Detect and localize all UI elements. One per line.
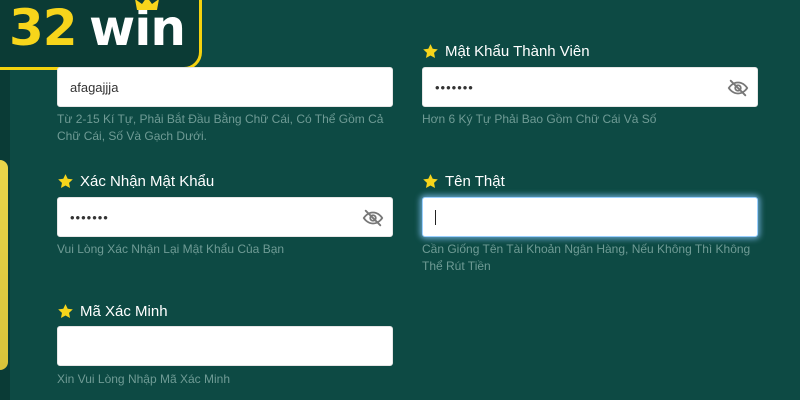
confirm-password-label-text: Xác Nhận Mật Khẩu [80, 172, 215, 190]
password-label: Mật Khẩu Thành Viên [422, 41, 590, 61]
confirm-password-hint: Vui Lòng Xác Nhận Lại Mật Khẩu Của Bạn [57, 242, 285, 256]
star-icon [58, 173, 73, 188]
password-input[interactable]: ••••••• [422, 67, 758, 107]
confirm-password-input[interactable]: ••••••• [57, 197, 393, 237]
real-name-input[interactable] [422, 197, 758, 237]
star-icon [423, 43, 438, 58]
username-input[interactable]: afagajjja [57, 67, 393, 107]
brand-logo[interactable]: 32 win [0, 0, 202, 70]
confirm-password-label: Xác Nhận Mật Khẩu [57, 171, 214, 191]
crown-icon [135, 0, 159, 10]
verification-code-label: Mã Xác Minh [57, 301, 168, 321]
real-name-hint: Cần Giống Tên Tài Khoản Ngân Hàng, Nếu K… [422, 242, 751, 273]
logo-number: 32 [9, 0, 78, 57]
password-label-text: Mật Khẩu Thành Viên [445, 42, 590, 60]
real-name-label: Tên Thật [422, 171, 505, 191]
confirm-password-value: ••••••• [70, 209, 109, 225]
real-name-label-text: Tên Thật [445, 172, 505, 190]
password-value: ••••••• [435, 79, 474, 95]
verification-code-input[interactable] [57, 326, 393, 366]
text-caret [435, 210, 436, 225]
mascot-art-edge [0, 160, 8, 370]
username-hint: Từ 2-15 Kí Tự, Phải Bắt Đầu Bằng Chữ Cái… [57, 112, 384, 143]
eye-off-icon[interactable] [362, 207, 384, 229]
password-hint: Hơn 6 Ký Tự Phải Bao Gồm Chữ Cái Và Số [422, 112, 657, 126]
star-icon [58, 303, 73, 318]
star-icon [423, 173, 438, 188]
verification-code-label-text: Mã Xác Minh [80, 302, 168, 320]
username-value: afagajjja [70, 79, 119, 95]
verification-code-hint: Xin Vui Lòng Nhập Mã Xác Minh [57, 372, 230, 386]
eye-off-icon[interactable] [727, 77, 749, 99]
